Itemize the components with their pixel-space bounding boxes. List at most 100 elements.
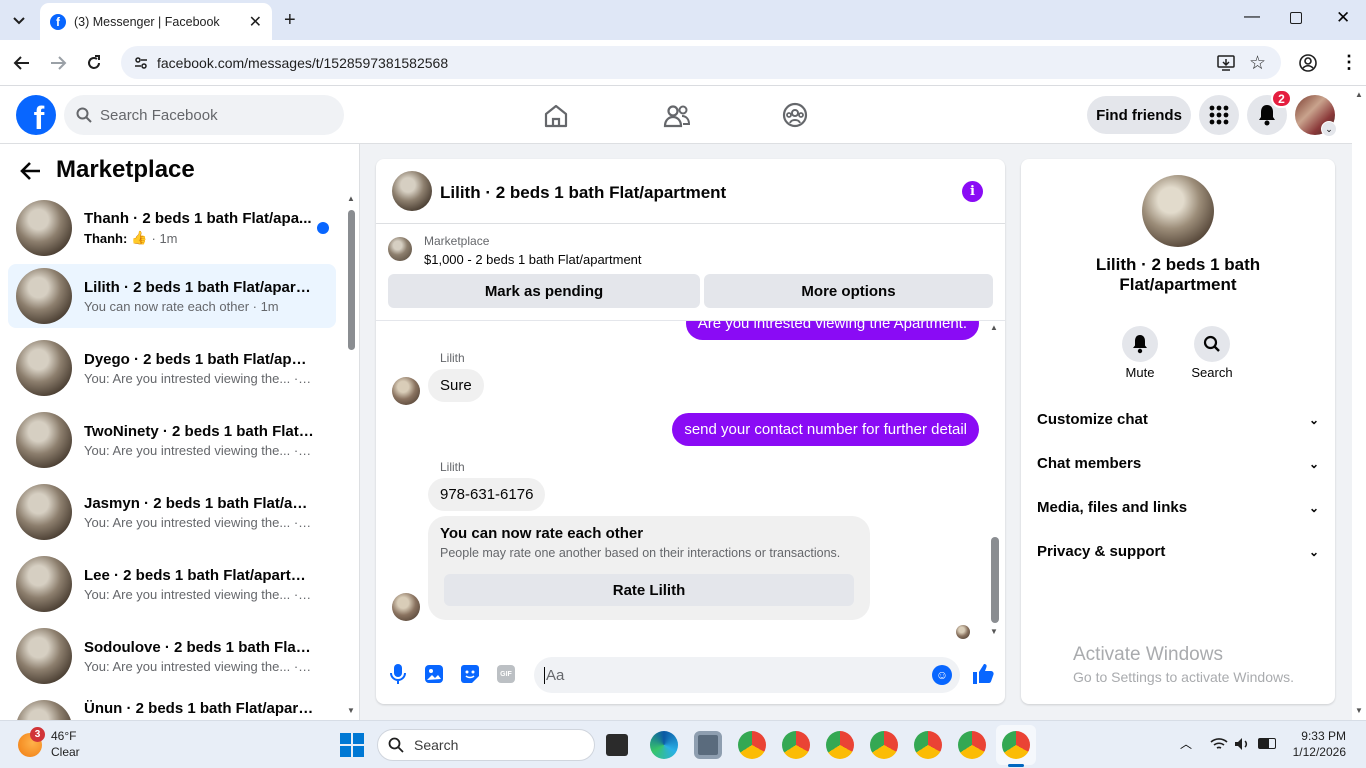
chevron-down-icon: ⌄ <box>1308 456 1319 471</box>
window-close-icon[interactable]: ✕ <box>1336 8 1350 28</box>
sidebar-scrollbar[interactable]: ▲ ▼ <box>347 194 355 716</box>
taskbar-search-box[interactable]: Search <box>377 729 595 761</box>
conversation-preview: You: Are you intrested viewing the... · … <box>84 442 314 458</box>
chrome-icon-active[interactable] <box>1002 731 1030 759</box>
chrome-icon[interactable] <box>870 731 898 759</box>
site-info-icon[interactable] <box>133 55 149 71</box>
conversation-name: Dyego · 2 beds 1 bath Flat/apart... <box>84 350 314 368</box>
media-files-links-section[interactable]: Media, files and links ⌄ <box>1037 499 1319 516</box>
battery-icon[interactable] <box>1258 738 1276 749</box>
profile-icon[interactable] <box>1298 53 1318 73</box>
find-friends-button[interactable]: Find friends <box>1087 96 1191 134</box>
header-divider <box>376 223 1005 224</box>
conversation-item[interactable]: Jasmyn · 2 beds 1 bath Flat/apar... You:… <box>8 480 336 544</box>
conversation-time: · 1m <box>151 230 178 246</box>
outgoing-message[interactable]: Are you intrested viewing the Apartment. <box>685 321 979 340</box>
page-scrollbar[interactable]: ▲ ▼ <box>1352 86 1366 720</box>
incoming-message[interactable]: 978-631-6176 <box>428 478 546 511</box>
contact-avatar[interactable] <box>392 377 420 405</box>
conversation-item[interactable]: TwoNinety · 2 beds 1 bath Flat/a... You:… <box>8 408 336 472</box>
conversation-item-active[interactable]: Lilith · 2 beds 1 bath Flat/apartm... Yo… <box>8 264 336 328</box>
rate-card-title: You can now rate each other <box>440 525 644 542</box>
conversation-preview: You can now rate each other · 1m <box>84 298 279 314</box>
friends-icon[interactable] <box>663 103 691 129</box>
conversation-preview: You: Are you intrested viewing the... · … <box>84 514 314 530</box>
menu-grid-icon[interactable] <box>1199 95 1239 135</box>
facebook-logo-icon[interactable]: f <box>16 95 56 135</box>
chat-title[interactable]: Lilith · 2 beds 1 bath Flat/apartment <box>440 183 726 203</box>
task-view-icon[interactable] <box>606 734 628 756</box>
chat-members-section[interactable]: Chat members ⌄ <box>1037 455 1319 472</box>
forward-icon[interactable] <box>49 54 67 72</box>
search-facebook-input[interactable]: Search Facebook <box>64 95 344 135</box>
clock-time[interactable]: 9:33 PM <box>1290 729 1346 743</box>
conversation-item[interactable]: Ünun · 2 beds 1 bath Flat/apart... <box>8 696 336 720</box>
contact-avatar[interactable] <box>392 593 420 621</box>
minimize-icon[interactable]: — <box>1244 8 1260 26</box>
profile-name: Lilith · 2 beds 1 bath Flat/apartment <box>1021 255 1335 295</box>
chrome-icon[interactable] <box>826 731 854 759</box>
facebook-header: f Search Facebook Find friends 2 ⌄ <box>0 86 1352 144</box>
info-icon[interactable]: i <box>962 181 983 202</box>
volume-icon[interactable] <box>1234 736 1250 752</box>
chrome-icon[interactable] <box>958 731 986 759</box>
conversation-item[interactable]: Dyego · 2 beds 1 bath Flat/apart... You:… <box>8 336 336 400</box>
clock-date[interactable]: 1/12/2026 <box>1280 745 1346 759</box>
browser-tab-messenger[interactable]: f (3) Messenger | Facebook ✕ <box>40 3 272 40</box>
microphone-icon[interactable] <box>388 663 408 685</box>
unread-dot <box>317 222 329 234</box>
thumbs-up-send-icon[interactable] <box>972 663 994 685</box>
more-options-button[interactable]: More options <box>704 274 993 308</box>
windows-start-icon[interactable] <box>340 733 364 757</box>
chat-header-avatar[interactable] <box>392 171 432 211</box>
rate-lilith-button[interactable]: Rate Lilith <box>444 574 854 606</box>
activate-windows-title: Activate Windows <box>1073 644 1223 665</box>
new-tab-icon[interactable]: + <box>284 9 296 32</box>
customize-chat-section[interactable]: Customize chat ⌄ <box>1037 411 1319 428</box>
home-icon[interactable] <box>543 103 569 129</box>
chrome-icon[interactable] <box>914 731 942 759</box>
search-in-chat-button[interactable] <box>1194 326 1230 362</box>
browser-menu-icon[interactable]: ⋮ <box>1340 52 1358 73</box>
edge-icon[interactable] <box>650 731 678 759</box>
incoming-message[interactable]: Sure <box>428 369 484 402</box>
thumbs-up-icon: 👍 <box>131 230 148 245</box>
wifi-icon[interactable] <box>1210 737 1228 751</box>
back-arrow-icon[interactable] <box>20 160 42 182</box>
weather-badge: 3 <box>30 727 45 742</box>
install-app-icon[interactable] <box>1217 54 1235 72</box>
chrome-icon[interactable] <box>782 731 810 759</box>
outgoing-message[interactable]: send your contact number for further det… <box>672 413 979 446</box>
tab-search-icon[interactable] <box>10 11 28 29</box>
profile-avatar[interactable] <box>1142 175 1214 247</box>
listing-thumbnail <box>16 556 72 612</box>
weather-condition[interactable]: Clear <box>51 745 80 759</box>
mute-button[interactable] <box>1122 326 1158 362</box>
groups-icon[interactable] <box>782 102 808 128</box>
conversation-item[interactable]: Thanh · 2 beds 1 bath Flat/apa... Thanh:… <box>8 196 336 260</box>
emoji-icon[interactable]: ☺ <box>932 665 952 685</box>
maximize-icon[interactable] <box>1290 12 1302 24</box>
chat-scrollbar[interactable]: ▲ ▼ <box>988 321 1002 641</box>
mark-as-pending-button[interactable]: Mark as pending <box>388 274 700 308</box>
bookmark-star-icon[interactable]: ☆ <box>1249 52 1266 75</box>
sticker-icon[interactable] <box>460 664 480 684</box>
account-chevron-icon[interactable]: ⌄ <box>1321 121 1337 137</box>
conversation-item[interactable]: Sodoulove · 2 beds 1 bath Flat/a... You:… <box>8 624 336 688</box>
reload-icon[interactable] <box>85 54 103 72</box>
back-icon[interactable] <box>13 54 31 72</box>
privacy-support-section[interactable]: Privacy & support ⌄ <box>1037 543 1319 560</box>
photo-icon[interactable] <box>424 664 444 684</box>
tab-close-icon[interactable]: ✕ <box>249 12 262 32</box>
listing-title[interactable]: $1,000 - 2 beds 1 bath Flat/apartment <box>424 252 642 267</box>
gif-icon[interactable]: GIF <box>497 665 515 683</box>
address-bar[interactable]: facebook.com/messages/t/1528597381582568… <box>121 46 1281 79</box>
message-input[interactable]: Aa ☺ <box>534 657 960 693</box>
camera-app-icon[interactable] <box>694 731 722 759</box>
weather-temperature[interactable]: 46°F <box>51 729 76 743</box>
show-hidden-icons-chevron-icon[interactable]: ︿ <box>1180 735 1192 752</box>
message-list[interactable]: Are you intrested viewing the Apartment.… <box>376 321 1005 643</box>
listing-source: Marketplace <box>424 234 490 248</box>
conversation-item[interactable]: Lee · 2 beds 1 bath Flat/apartment You: … <box>8 552 336 616</box>
chrome-icon[interactable] <box>738 731 766 759</box>
